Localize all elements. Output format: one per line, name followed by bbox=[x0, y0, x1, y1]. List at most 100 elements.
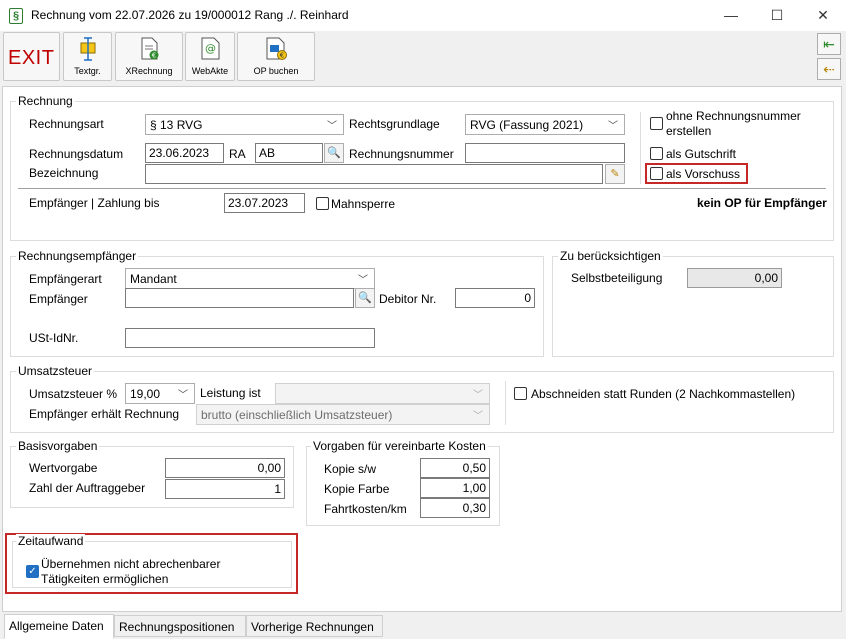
rechtsgrundlage-label: Rechtsgrundlage bbox=[349, 117, 440, 131]
rechnungsdatum-input[interactable]: 23.06.2023 bbox=[145, 143, 224, 163]
bezeichnung-input[interactable] bbox=[145, 164, 603, 184]
tab-vorherige-rechnungen[interactable]: Vorherige Rechnungen bbox=[246, 615, 383, 637]
chevron-down-icon: ﹀ bbox=[358, 275, 368, 286]
rechnungsart-select[interactable]: § 13 RVG ﹀ bbox=[145, 114, 344, 135]
debitor-input[interactable]: 0 bbox=[455, 288, 535, 308]
ust-idnr-input[interactable] bbox=[125, 328, 375, 348]
webakte-label: WebAkte bbox=[191, 66, 229, 76]
mahnsperre-checkbox[interactable] bbox=[316, 197, 329, 210]
arrow-left-dashed-icon[interactable]: ⇠ bbox=[817, 58, 841, 80]
ra-label: RA bbox=[229, 147, 246, 161]
vorschuss-label: als Vorschuss bbox=[666, 167, 741, 181]
empfaenger-label: Empfänger bbox=[29, 292, 88, 306]
ohne-rechnungsnummer-label-2: erstellen bbox=[666, 124, 712, 138]
chevron-down-icon: ﹀ bbox=[327, 121, 337, 132]
empfaenger-erhaelt-value: brutto (einschließlich Umsatzsteuer) bbox=[201, 408, 393, 422]
empfaengerart-select[interactable]: Mandant ﹀ bbox=[125, 268, 375, 289]
rechnungsart-label: Rechnungsart bbox=[29, 117, 104, 131]
umsatzsteuer-prozent-label: Umsatzsteuer % bbox=[29, 387, 118, 401]
divider bbox=[640, 112, 641, 184]
empfaenger-erhaelt-select[interactable]: brutto (einschließlich Umsatzsteuer) ﹀ bbox=[196, 404, 490, 425]
rechtsgrundlage-select[interactable]: RVG (Fassung 2021) ﹀ bbox=[465, 114, 625, 135]
textgr-label: Textgr. bbox=[74, 66, 101, 76]
kopie-sw-label: Kopie s/w bbox=[324, 462, 377, 476]
ohne-rechnungsnummer-checkbox[interactable] bbox=[650, 117, 663, 130]
vorschuss-checkbox[interactable] bbox=[650, 167, 663, 180]
xrechnung-document-icon: € bbox=[141, 37, 159, 60]
svg-text:@: @ bbox=[205, 42, 216, 55]
empfaengerart-value: Mandant bbox=[130, 272, 177, 286]
gutschrift-label: als Gutschrift bbox=[666, 147, 737, 161]
tab-allgemeine-daten[interactable]: Allgemeine Daten bbox=[4, 614, 114, 639]
kopie-farbe-label: Kopie Farbe bbox=[324, 482, 390, 496]
ust-idnr-label: USt-IdNr. bbox=[29, 331, 79, 345]
rechnungsempfaenger-group-title: Rechnungsempfänger bbox=[16, 249, 139, 263]
svg-text:€: € bbox=[152, 52, 156, 60]
beruecksichtigen-group-title: Zu berücksichtigen bbox=[558, 249, 663, 263]
kosten-group-title: Vorgaben für vereinbarte Kosten bbox=[311, 439, 488, 453]
maximize-button[interactable]: ☐ bbox=[754, 0, 800, 31]
op-buchen-label: OP buchen bbox=[253, 66, 299, 76]
kopie-sw-input[interactable]: 0,50 bbox=[420, 458, 490, 478]
zahl-auftraggeber-input[interactable]: 1 bbox=[165, 479, 285, 499]
chevron-down-icon: ﹀ bbox=[608, 121, 618, 132]
zahl-auftraggeber-label: Zahl der Auftraggeber bbox=[29, 481, 146, 495]
empfaenger-zahlung-label: Empfänger | Zahlung bis bbox=[29, 196, 160, 210]
fahrtkosten-label: Fahrtkosten/km bbox=[324, 502, 407, 516]
exit-label: EXIT bbox=[8, 47, 55, 69]
umsatzsteuer-group-title: Umsatzsteuer bbox=[16, 364, 95, 378]
empfaenger-input[interactable] bbox=[125, 288, 354, 308]
empfaengerart-label: Empfängerart bbox=[29, 272, 102, 286]
search-icon[interactable]: 🔍 bbox=[355, 288, 375, 308]
chevron-down-icon: ﹀ bbox=[473, 411, 483, 422]
bezeichnung-label: Bezeichnung bbox=[29, 166, 99, 180]
zahlung-bis-input[interactable]: 23.07.2023 bbox=[224, 193, 305, 213]
empfaenger-erhaelt-label: Empfänger erhält Rechnung bbox=[29, 407, 180, 421]
zeitaufwand-group-title: Zeitaufwand bbox=[16, 534, 86, 548]
fahrtkosten-input[interactable]: 0,30 bbox=[420, 498, 490, 518]
text-size-icon bbox=[80, 37, 96, 61]
svg-text:€: € bbox=[280, 52, 284, 60]
window-title: Rechnung vom 22.07.2026 zu 19/000012 Ran… bbox=[31, 8, 349, 22]
chevron-down-icon: ﹀ bbox=[178, 390, 188, 401]
close-button[interactable]: ✕ bbox=[800, 0, 846, 31]
minimize-button[interactable]: — bbox=[708, 0, 754, 31]
separator bbox=[18, 188, 826, 189]
ohne-rechnungsnummer-label-1: ohne Rechnungsnummer bbox=[666, 109, 801, 123]
rechnungsdatum-label: Rechnungsdatum bbox=[29, 147, 124, 161]
abschneiden-checkbox[interactable] bbox=[514, 387, 527, 400]
app-icon: § bbox=[9, 8, 23, 24]
kopie-farbe-input[interactable]: 1,00 bbox=[420, 478, 490, 498]
webakte-button[interactable]: @ WebAkte bbox=[185, 32, 235, 81]
rechnungsart-value: § 13 RVG bbox=[150, 118, 203, 132]
textgr-button[interactable]: Textgr. bbox=[63, 32, 112, 81]
zeitaufwand-label-2: Tätigkeiten ermöglichen bbox=[41, 572, 169, 586]
mahnsperre-label: Mahnsperre bbox=[331, 197, 396, 211]
xrechnung-label: XRechnung bbox=[125, 66, 173, 76]
rechtsgrundlage-value: RVG (Fassung 2021) bbox=[470, 118, 584, 132]
leistung-ist-select[interactable]: ﹀ bbox=[275, 383, 490, 404]
selbstbeteiligung-input: 0,00 bbox=[687, 268, 782, 288]
rechnung-group-title: Rechnung bbox=[16, 94, 75, 108]
tab-rechnungspositionen[interactable]: Rechnungspositionen bbox=[114, 615, 246, 637]
zeitaufwand-checkbox[interactable]: ✓ bbox=[26, 565, 39, 578]
rechnungsnummer-input[interactable] bbox=[465, 143, 625, 163]
basisvorgaben-group-title: Basisvorgaben bbox=[16, 439, 100, 453]
xrechnung-button[interactable]: € XRechnung bbox=[115, 32, 183, 81]
arrow-left-icon[interactable]: ⇤ bbox=[817, 33, 841, 55]
debitor-label: Debitor Nr. bbox=[379, 292, 437, 306]
op-buchen-button[interactable]: € OP buchen bbox=[237, 32, 315, 81]
leistung-ist-label: Leistung ist bbox=[200, 386, 261, 400]
webakte-icon: @ bbox=[201, 37, 220, 60]
chevron-down-icon: ﹀ bbox=[473, 390, 483, 401]
umsatzsteuer-prozent-select[interactable]: 19,00 ﹀ bbox=[125, 383, 195, 404]
text-picker-icon[interactable]: ✎ bbox=[605, 164, 625, 184]
zeitaufwand-label-1: Übernehmen nicht abrechenbarer bbox=[41, 557, 221, 571]
wertvorgabe-input[interactable]: 0,00 bbox=[165, 458, 285, 478]
ra-input[interactable]: AB bbox=[255, 143, 323, 163]
wertvorgabe-label: Wertvorgabe bbox=[29, 461, 98, 475]
search-icon[interactable]: 🔍 bbox=[324, 143, 344, 163]
divider bbox=[505, 381, 506, 425]
gutschrift-checkbox[interactable] bbox=[650, 147, 663, 160]
selbstbeteiligung-label: Selbstbeteiligung bbox=[571, 271, 663, 285]
